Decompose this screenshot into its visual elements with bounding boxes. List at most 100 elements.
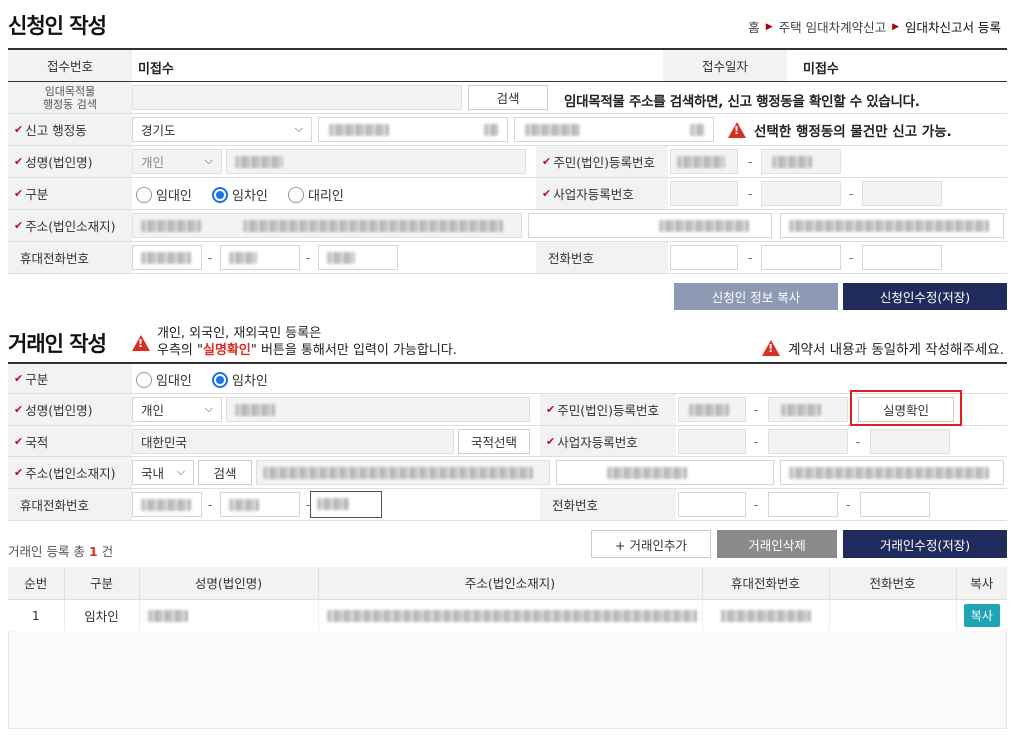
address-search-input[interactable] <box>132 85 462 110</box>
address-extra-input[interactable] <box>780 213 1004 238</box>
city-select[interactable] <box>318 117 508 142</box>
cp-id-label: ✔ 주민(법인)등록번호 <box>540 394 676 425</box>
required-check-icon: ✔ <box>14 187 24 200</box>
cp-name-row: ✔ 성명(법인명) 개인 ⌵ ✔ 주민(법인)등록번호 - 실명확인 <box>8 390 1007 426</box>
name-input[interactable] <box>226 149 526 174</box>
radio-landlord[interactable]: 임대인 <box>136 185 192 204</box>
nation-input[interactable]: 대한민국 <box>132 429 454 454</box>
id-front-input[interactable] <box>670 149 738 174</box>
biz-no-2[interactable] <box>761 181 841 206</box>
cp-mobile-last-input[interactable] <box>310 491 382 518</box>
phone-1-input[interactable] <box>670 245 738 270</box>
cp-address-search-button[interactable]: 검색 <box>198 460 252 485</box>
counterparty-title: 거래인 작성 <box>8 332 107 356</box>
copy-applicant-button[interactable]: 신청인 정보 복사 <box>674 283 838 310</box>
counterparty-note: 개인, 외국인, 재외국민 등록은 우측의 "실명확인" 버튼을 통해서만 입력… <box>157 326 457 358</box>
table-header-row: 순번 구분 성명(법인명) 주소(법인소재지) 휴대전화번호 전화번호 복사 <box>8 567 1007 600</box>
col-header: 성명(법인명) <box>139 567 319 600</box>
domestic-select[interactable]: 국내 ⌵ <box>132 460 194 485</box>
mobile-prefix-select[interactable] <box>132 245 202 270</box>
cp-nation-label: ✔ 국적 <box>8 426 132 456</box>
receipt-date-label: 접수일자 <box>663 50 787 81</box>
cp-biz-3[interactable] <box>870 429 950 454</box>
cp-id-back-input[interactable] <box>768 397 848 422</box>
mobile-last-input[interactable] <box>318 245 398 270</box>
dong-select[interactable] <box>514 117 714 142</box>
phone-3-input[interactable] <box>862 245 942 270</box>
cp-biz-1[interactable] <box>678 429 746 454</box>
receipt-no-value: 미접수 <box>138 62 174 77</box>
col-header: 전화번호 <box>829 567 957 600</box>
required-check-icon: ✔ <box>14 434 24 448</box>
search-row: 임대목적물 행정동 검색 검색 임대목적물 주소를 검색하면, 신고 행정동을 … <box>8 82 1007 114</box>
cp-phone-2-input[interactable] <box>768 492 838 517</box>
col-header: 구분 <box>64 567 140 600</box>
biz-label: ✔ 사업자등록번호 <box>536 178 668 209</box>
delete-counterparty-button[interactable]: 거래인삭제 <box>717 530 837 558</box>
required-check-icon: ✔ <box>542 155 552 168</box>
cp-mobile-prefix-select[interactable] <box>132 492 202 517</box>
search-label: 임대목적물 행정동 검색 <box>8 82 132 113</box>
save-counterparty-button[interactable]: 거래인수정(저장) <box>843 530 1007 558</box>
required-check-icon: ✔ <box>546 403 556 416</box>
save-applicant-button[interactable]: 신청인수정(저장) <box>843 283 1007 310</box>
cp-phone-3-input[interactable] <box>860 492 930 517</box>
cp-address-extra-input[interactable] <box>780 460 1004 485</box>
warning-icon <box>728 122 746 138</box>
add-counterparty-button[interactable]: + 거래인추가 <box>591 530 711 558</box>
table-row[interactable]: 1 임차인 복사 <box>8 599 1007 632</box>
cp-nation-row: ✔ 국적 대한민국 국적선택 ✔ 사업자등록번호 - - <box>8 426 1007 457</box>
col-header: 순번 <box>8 567 65 600</box>
table-empty-area <box>8 631 1007 729</box>
cp-radio-landlord[interactable]: 임대인 <box>136 370 192 389</box>
cp-person-type-select[interactable]: 개인 ⌵ <box>132 397 222 422</box>
copy-row-button[interactable]: 복사 <box>963 603 1000 627</box>
cp-phone-label: 전화번호 <box>540 489 676 520</box>
cp-mobile-label: 휴대전화번호 <box>8 489 132 520</box>
address-main-input[interactable] <box>132 213 522 238</box>
id-back-input[interactable] <box>761 149 841 174</box>
warning-icon <box>132 335 150 351</box>
radio-checked-icon <box>212 371 228 388</box>
person-type-select[interactable]: 개인 ⌵ <box>132 149 222 174</box>
required-check-icon: ✔ <box>542 187 552 200</box>
address-label: ✔ 주소(법인소재지) <box>8 210 132 241</box>
cp-phone-1-input[interactable] <box>678 492 746 517</box>
cell-address <box>318 599 703 632</box>
contract-warning: 계약서 내용과 동일하게 작성해주세요. <box>762 338 1004 358</box>
cell-type: 임차인 <box>64 599 140 632</box>
cp-radio-tenant[interactable]: 임차인 <box>212 370 268 389</box>
required-check-icon: ✔ <box>14 155 24 168</box>
mobile-row: 휴대전화번호 - - 전화번호 - - <box>8 242 1007 274</box>
col-header: 복사 <box>956 567 1007 600</box>
search-note: 임대목적물 주소를 검색하면, 신고 행정동을 확인할 수 있습니다. <box>564 94 920 110</box>
cp-address-detail-input[interactable] <box>556 460 774 485</box>
breadcrumb-home[interactable]: 홈 <box>748 17 760 36</box>
col-header: 휴대전화번호 <box>702 567 830 600</box>
counterparty-table: 순번 구분 성명(법인명) 주소(법인소재지) 휴대전화번호 전화번호 복사 1… <box>8 567 1007 632</box>
cp-mobile-mid-input[interactable] <box>220 492 300 517</box>
cp-biz-2[interactable] <box>768 429 848 454</box>
radio-agent[interactable]: 대리인 <box>288 185 344 204</box>
biz-no-3[interactable] <box>862 181 942 206</box>
phone-2-input[interactable] <box>761 245 841 270</box>
cp-address-main-input[interactable] <box>256 460 550 485</box>
cp-name-input[interactable] <box>226 397 530 422</box>
verify-name-button[interactable]: 실명확인 <box>858 397 954 422</box>
biz-no-1[interactable] <box>670 181 738 206</box>
radio-circle-icon <box>136 371 152 388</box>
nation-select-button[interactable]: 국적선택 <box>458 429 530 454</box>
cp-id-front-input[interactable] <box>678 397 746 422</box>
radio-circle-icon <box>288 186 304 203</box>
province-select[interactable]: 경기도 ⌵ <box>132 117 312 142</box>
mobile-mid-input[interactable] <box>220 245 300 270</box>
radio-circle-icon <box>136 186 152 203</box>
breadcrumb-current: 임대차신고서 등록 <box>905 20 1001 35</box>
type-label: ✔ 구분 <box>8 178 132 209</box>
address-detail-input[interactable] <box>528 213 772 238</box>
receipt-date-value: 미접수 <box>803 62 839 77</box>
radio-tenant[interactable]: 임차인 <box>212 185 268 204</box>
breadcrumb-item[interactable]: 주택 임대차계약신고 <box>779 17 886 36</box>
chevron-right-icon: ▶ <box>892 21 900 32</box>
search-button[interactable]: 검색 <box>468 85 548 110</box>
